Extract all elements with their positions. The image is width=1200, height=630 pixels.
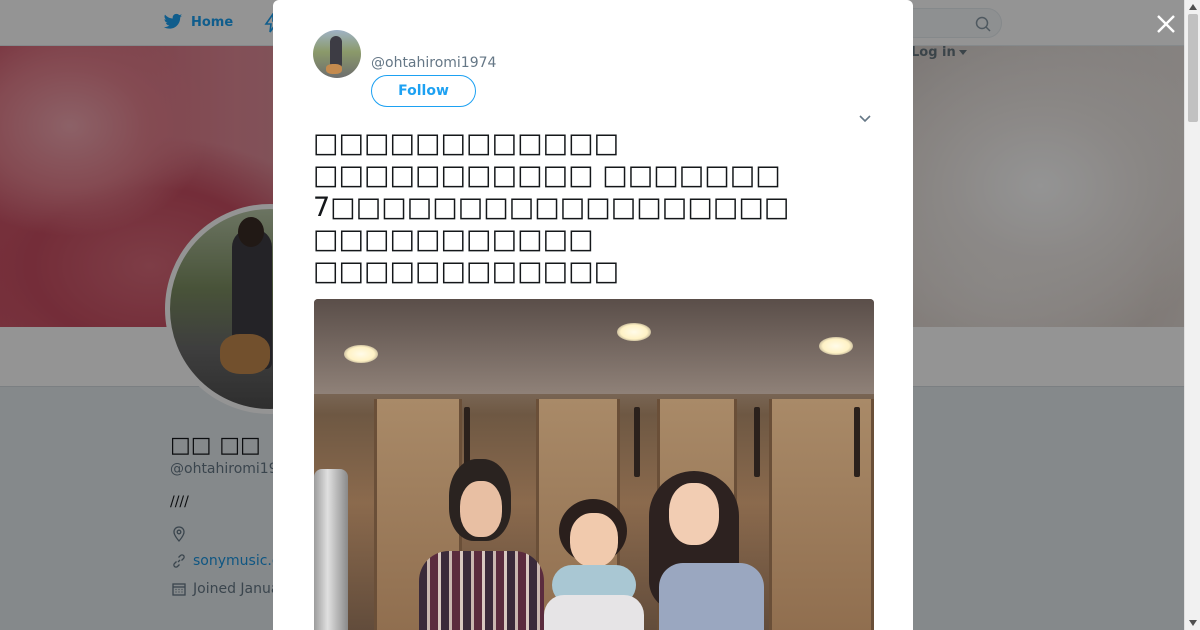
tweet-text-line: □□□□□□□□□□□□ xyxy=(313,256,620,287)
photo-person-center xyxy=(544,499,644,630)
photo-ceiling-light xyxy=(344,345,378,363)
close-icon[interactable] xyxy=(1154,12,1178,36)
follow-button[interactable]: Follow xyxy=(371,75,476,107)
tweet-text-line: 7□□□□□□□□□□□□□□□□□□ xyxy=(313,192,790,223)
photo-person-left xyxy=(419,459,544,630)
avatar-dog xyxy=(326,64,342,74)
photo-ceiling-light xyxy=(819,337,853,355)
tweet-text-line: □□□□□□□□□□□ □□□□□□□ xyxy=(313,160,781,191)
photo-person-shirt xyxy=(419,551,544,630)
photo-person-dress xyxy=(659,563,764,630)
tweet-photo[interactable] xyxy=(314,299,874,630)
photo-person-face xyxy=(460,481,502,537)
photo-person-face xyxy=(669,483,719,545)
photo-panel-slot xyxy=(854,407,860,477)
photo-person-face xyxy=(570,513,618,567)
tweet-text: □□□□□□□□□□□□ □□□□□□□□□□□ □□□□□□□ 7□□□□□□… xyxy=(313,128,873,288)
photo-panel-slot xyxy=(754,407,760,477)
photo-person-shirt xyxy=(544,595,644,630)
photo-ceiling xyxy=(314,299,874,394)
chevron-down-icon[interactable] xyxy=(857,110,873,126)
photo-panel-slot xyxy=(634,407,640,477)
tweet-text-line: □□□□□□□□□□□□ xyxy=(313,128,620,159)
scroll-down-arrow[interactable] xyxy=(1189,620,1197,626)
tweet-author-avatar[interactable] xyxy=(313,30,361,78)
photo-person-right xyxy=(639,471,764,630)
page-scrollbar[interactable] xyxy=(1184,0,1200,630)
tweet-author-handle[interactable]: @ohtahiromi1974 xyxy=(371,55,496,71)
photo-microphone xyxy=(314,469,348,630)
tweet-text-line: □□□□□□□□□□□ xyxy=(313,224,594,255)
photo-ceiling-light xyxy=(617,323,651,341)
tweet-modal: @ohtahiromi1974 Follow □□□□□□□□□□□□ □□□□… xyxy=(273,0,913,630)
scroll-thumb[interactable] xyxy=(1188,14,1198,122)
scroll-up-arrow[interactable] xyxy=(1189,4,1197,10)
